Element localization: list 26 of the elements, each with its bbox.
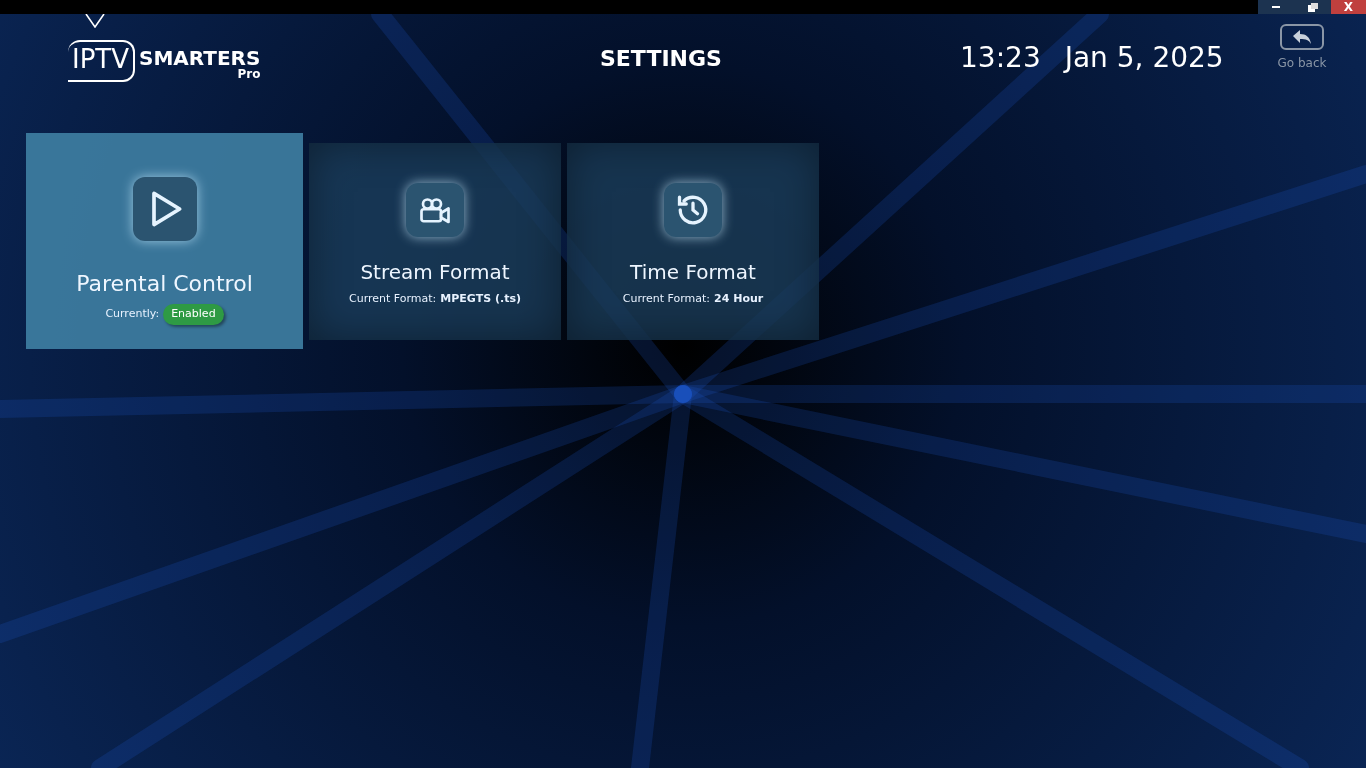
status-badge: Enabled — [163, 304, 224, 325]
status-label: Currently: — [105, 306, 160, 322]
card-title: Parental Control — [76, 270, 253, 298]
status-value: 24 Hour — [714, 291, 764, 307]
status-label: Current Format: — [349, 291, 437, 307]
status-value: MPEGTS (.ts) — [440, 291, 521, 307]
page-title: SETTINGS — [600, 45, 722, 73]
restore-button[interactable] — [1294, 0, 1331, 14]
tv-antenna-icon — [84, 14, 106, 28]
restore-icon — [1307, 2, 1318, 12]
logo-tv-frame: IPTV — [68, 40, 135, 82]
settings-card[interactable]: Parental Control Currently: Enabled — [26, 133, 303, 349]
minimize-button[interactable] — [1258, 0, 1294, 14]
logo-subtitle: Pro — [237, 68, 261, 80]
minimize-icon — [1272, 6, 1280, 8]
status-label: Current Format: — [622, 291, 711, 307]
go-back-button[interactable]: Go back — [1270, 24, 1334, 72]
settings-card[interactable]: Stream Format Current Format: MPEGTS (.ts) — [309, 143, 561, 340]
date: Jan 5, 2025 — [1064, 40, 1224, 76]
card-title: Stream Format — [360, 259, 510, 286]
logo-wordmark: SMARTERS — [139, 48, 261, 68]
reply-arrow-icon — [1293, 30, 1311, 44]
card-title: Time Format — [630, 259, 756, 286]
clock-time: 13:23 — [960, 40, 1041, 76]
settings-card[interactable]: Time Format Current Format: 24 Hour — [567, 143, 819, 340]
close-button[interactable]: X — [1331, 0, 1366, 14]
